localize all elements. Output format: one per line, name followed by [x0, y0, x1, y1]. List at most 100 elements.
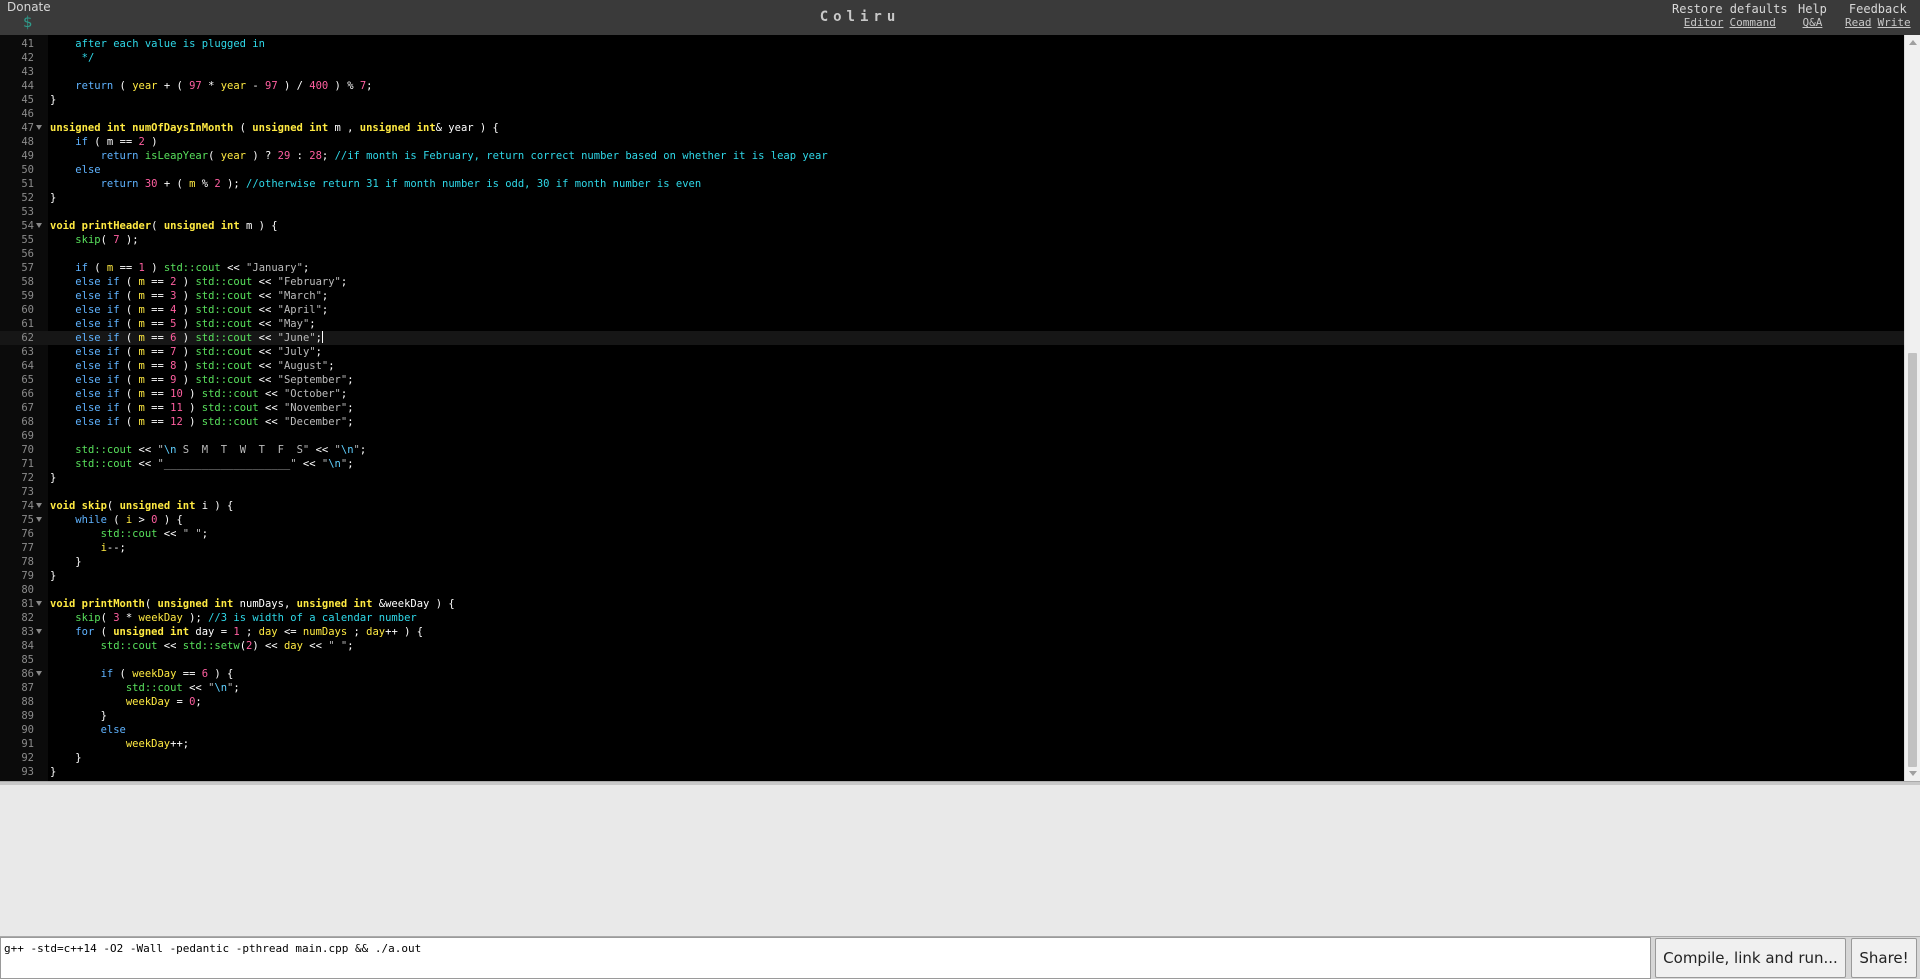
code-token: skip: [75, 612, 101, 624]
code-text: }: [50, 569, 56, 583]
code-token: for: [75, 626, 95, 638]
code-line[interactable]: 51 return 30 + ( m % 2 ); //otherwise re…: [0, 177, 1904, 191]
fold-arrow-icon[interactable]: [36, 629, 42, 634]
compile-run-button[interactable]: Compile, link and run...: [1655, 938, 1846, 978]
code-line[interactable]: 79}: [0, 569, 1904, 583]
line-number: 79: [21, 570, 34, 582]
code-token: ;: [347, 402, 354, 414]
code-line[interactable]: 75 while ( i > 0 ) {: [0, 513, 1904, 527]
code-token: ;: [366, 80, 373, 92]
code-line[interactable]: 93}: [0, 765, 1904, 779]
code-line[interactable]: 64 else if ( m == 8 ) std::cout << "Augu…: [0, 359, 1904, 373]
code-line[interactable]: 92 }: [0, 751, 1904, 765]
code-line[interactable]: 71 std::cout << "____________________" <…: [0, 457, 1904, 471]
feedback-read-link[interactable]: Read: [1845, 16, 1872, 29]
code-line[interactable]: 87 std::cout << "\n";: [0, 681, 1904, 695]
code-line[interactable]: 78 }: [0, 555, 1904, 569]
command-input[interactable]: g++ -std=c++14 -O2 -Wall -pedantic -pthr…: [0, 937, 1651, 979]
code-token: <<: [302, 640, 329, 652]
fold-arrow-icon[interactable]: [36, 503, 42, 508]
fold-arrow-icon[interactable]: [36, 601, 42, 606]
share-button[interactable]: Share!: [1851, 938, 1917, 978]
code-line[interactable]: 66 else if ( m == 10 ) std::cout << "Oct…: [0, 387, 1904, 401]
code-line[interactable]: 85: [0, 653, 1904, 667]
code-line[interactable]: 73: [0, 485, 1904, 499]
code-line[interactable]: 41 after each value is plugged in: [0, 37, 1904, 51]
code-line[interactable]: 89 }: [0, 709, 1904, 723]
code-token: "March": [277, 290, 322, 302]
fold-arrow-icon[interactable]: [36, 125, 42, 130]
code-token: else if: [75, 416, 120, 428]
code-line[interactable]: 76 std::cout << " ";: [0, 527, 1904, 541]
code-line[interactable]: 42 */: [0, 51, 1904, 65]
code-line[interactable]: 72}: [0, 471, 1904, 485]
restore-editor-link[interactable]: Editor: [1684, 16, 1724, 29]
code-line[interactable]: 82 skip( 3 * weekDay ); //3 is width of …: [0, 611, 1904, 625]
code-text: }: [50, 765, 56, 779]
code-line[interactable]: 86 if ( weekDay == 6 ) {: [0, 667, 1904, 681]
code-token: (: [106, 514, 126, 526]
code-line[interactable]: 52}: [0, 191, 1904, 205]
code-token: \n: [214, 682, 228, 694]
code-line[interactable]: 59 else if ( m == 3 ) std::cout << "Marc…: [0, 289, 1904, 303]
code-line[interactable]: 44 return ( year + ( 97 * year - 97 ) / …: [0, 79, 1904, 93]
restore-command-link[interactable]: Command: [1729, 16, 1775, 29]
code-line[interactable]: 50 else: [0, 163, 1904, 177]
code-line[interactable]: 90 else: [0, 723, 1904, 737]
code-line[interactable]: 55 skip( 7 );: [0, 233, 1904, 247]
code-line[interactable]: 43: [0, 65, 1904, 79]
code-line[interactable]: 47 unsigned int numOfDaysInMonth ( unsign…: [0, 121, 1904, 135]
code-token: <<: [132, 458, 158, 470]
scroll-down-icon[interactable]: [1909, 771, 1917, 776]
code-line[interactable]: 91 weekDay++;: [0, 737, 1904, 751]
editor-scrollbar[interactable]: [1904, 35, 1920, 781]
code-line[interactable]: 62 else if ( m == 6 ) std::cout << "June…: [0, 331, 1904, 345]
scrollbar-thumb[interactable]: [1908, 353, 1917, 767]
line-number: 55: [21, 234, 34, 246]
code-line[interactable]: 54 void printHeader( unsigned int m ) {: [0, 219, 1904, 233]
code-line[interactable]: 83 for ( unsigned int day = 1 ; day <= n…: [0, 625, 1904, 639]
code-line[interactable]: 69: [0, 429, 1904, 443]
code-line[interactable]: 84 std::cout << std::setw(2) << day << "…: [0, 639, 1904, 653]
code-line[interactable]: 61 else if ( m == 5 ) std::cout << "May"…: [0, 317, 1904, 331]
code-line[interactable]: 48 if ( m == 2 ): [0, 135, 1904, 149]
code-line[interactable]: 77 i--;: [0, 541, 1904, 555]
code-line[interactable]: 67 else if ( m == 11 ) std::cout << "Nov…: [0, 401, 1904, 415]
code-line[interactable]: 70 std::cout << "\n S M T W T F S" << "\…: [0, 443, 1904, 457]
code-lines[interactable]: 41 after each value is plugged in 42 */43…: [0, 37, 1904, 779]
code-token: std::setw: [182, 640, 240, 652]
fold-arrow-icon[interactable]: [36, 671, 42, 676]
code-line[interactable]: 65 else if ( m == 9 ) std::cout << "Sept…: [0, 373, 1904, 387]
code-editor[interactable]: 41 after each value is plugged in 42 */43…: [0, 35, 1920, 781]
code-line[interactable]: 49 return isLeapYear( year ) ? 29 : 28; …: [0, 149, 1904, 163]
code-line[interactable]: 81 void printMonth( unsigned int numDays,…: [0, 597, 1904, 611]
code-line[interactable]: 60 else if ( m == 4 ) std::cout << "Apri…: [0, 303, 1904, 317]
code-line[interactable]: 45}: [0, 93, 1904, 107]
code-token: std::cout: [125, 682, 183, 694]
code-line[interactable]: 58 else if ( m == 2 ) std::cout << "Febr…: [0, 275, 1904, 289]
scroll-up-icon[interactable]: [1909, 40, 1917, 45]
code-token: "October": [283, 388, 341, 400]
qa-link[interactable]: Q&A: [1803, 16, 1823, 29]
code-token: ==: [144, 290, 171, 302]
code-line[interactable]: 74 void skip( unsigned int i ) {: [0, 499, 1904, 513]
code-line[interactable]: 63 else if ( m == 7 ) std::cout << "July…: [0, 345, 1904, 359]
code-line[interactable]: 57 if ( m == 1 ) std::cout << "January";: [0, 261, 1904, 275]
code-line[interactable]: 46: [0, 107, 1904, 121]
code-token: "February": [277, 276, 341, 288]
code-line[interactable]: 88 weekDay = 0;: [0, 695, 1904, 709]
feedback-write-link[interactable]: Write: [1878, 16, 1911, 29]
code-line[interactable]: 80: [0, 583, 1904, 597]
code-line[interactable]: 68 else if ( m == 12 ) std::cout << "Dec…: [0, 415, 1904, 429]
fold-arrow-icon[interactable]: [36, 517, 42, 522]
code-token: \n: [340, 444, 354, 456]
fold-arrow-icon[interactable]: [36, 223, 42, 228]
help-group: Help Q&A: [1798, 2, 1827, 29]
code-line[interactable]: 53: [0, 205, 1904, 219]
code-line[interactable]: 56: [0, 247, 1904, 261]
code-text: if ( m == 2 ): [50, 135, 157, 149]
code-token: (: [100, 234, 114, 246]
